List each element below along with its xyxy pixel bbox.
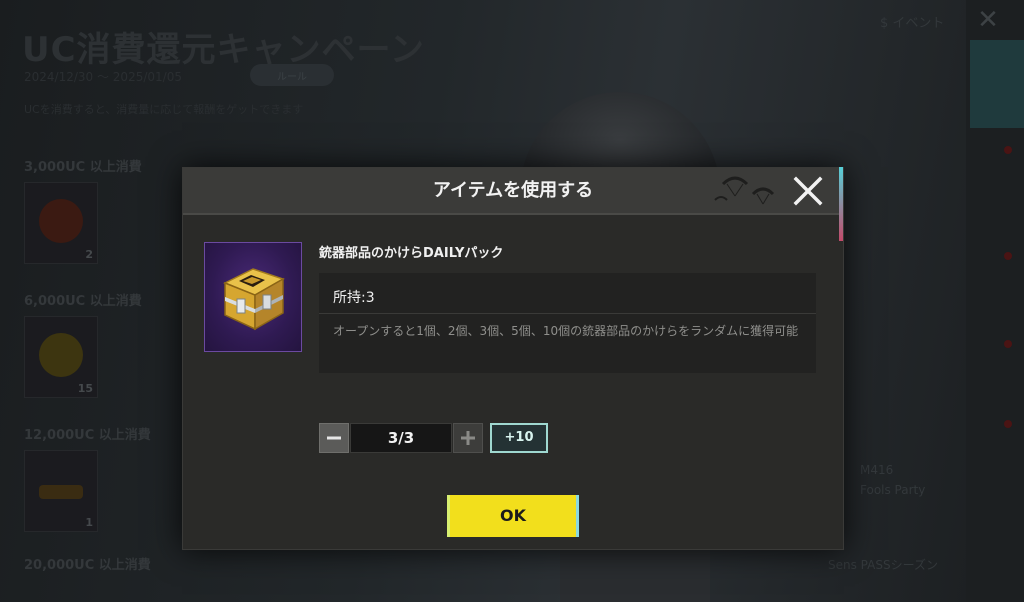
dialog-title: アイテムを使用する [432,180,594,201]
plus-icon[interactable] [453,423,483,453]
reward-item-icon [39,485,83,499]
item-name: 銃器部品のかけらDAILYパック [319,246,504,261]
game-screen: UC消費還元キャンペーン 2024/12/30 ～ 2025/01/05 ルール… [0,0,1024,602]
reward-tier-label: 12,000UC 以上消費 [24,428,151,443]
background-label: Sens PASSシーズン [828,558,938,572]
minus-icon[interactable] [319,423,349,453]
notification-dot [1004,340,1012,348]
item-info-box: 所持:3 オープンすると1個、2個、3個、5個、10個の銃器部品のかけらをランダ… [319,273,816,373]
plus-ten-button[interactable]: +10 [490,423,548,453]
golden-crate-icon [204,242,302,352]
right-sidebar-tab-active[interactable] [970,40,1024,128]
dialog-edge-glow [839,167,843,241]
reward-tier-label: 3,000UC 以上消費 [24,160,142,175]
event-period: 2024/12/30 ～ 2025/01/05 [24,70,182,84]
info-divider [319,313,816,314]
reward-count: 15 [77,382,93,395]
owned-count: 所持:3 [333,290,375,306]
event-title: UC消費還元キャンペーン [22,30,425,70]
quantity-display[interactable]: 3/3 [350,423,452,453]
reward-card[interactable]: 2 [24,182,98,264]
reward-card[interactable]: 15 [24,316,98,398]
event-header-label: $ イベント [880,16,945,31]
background-label-stack: M416 Fools Party [860,460,925,500]
use-item-dialog: アイテムを使用する 銃器部品のかけらDAILYパック 所持:3 オープンすると1… [182,167,844,550]
notification-dot [1004,420,1012,428]
notification-dot [1004,252,1012,260]
reward-item-icon [39,199,83,243]
reward-count: 2 [85,248,93,261]
reward-card[interactable]: 1 [24,450,98,532]
background-close-icon[interactable]: ✕ [972,4,1004,36]
reward-count: 1 [85,516,93,529]
reward-item-icon [39,333,83,377]
close-icon[interactable] [791,174,825,208]
background-label: Fools Party [860,483,926,497]
item-description: オープンすると1個、2個、3個、5個、10個の銃器部品のかけらをランダムに獲得可… [333,324,799,338]
notification-dot [1004,146,1012,154]
event-description: UCを消費すると、消費量に応じて報酬をゲットできます [24,103,304,116]
reward-tier-label: 6,000UC 以上消費 [24,294,142,309]
background-label: M416 [860,463,894,477]
ok-button[interactable]: OK [447,495,579,537]
reward-tier-label: 20,000UC 以上消費 [24,558,151,573]
dialog-header: アイテムを使用する [183,168,843,215]
rules-button[interactable]: ルール [250,64,334,86]
